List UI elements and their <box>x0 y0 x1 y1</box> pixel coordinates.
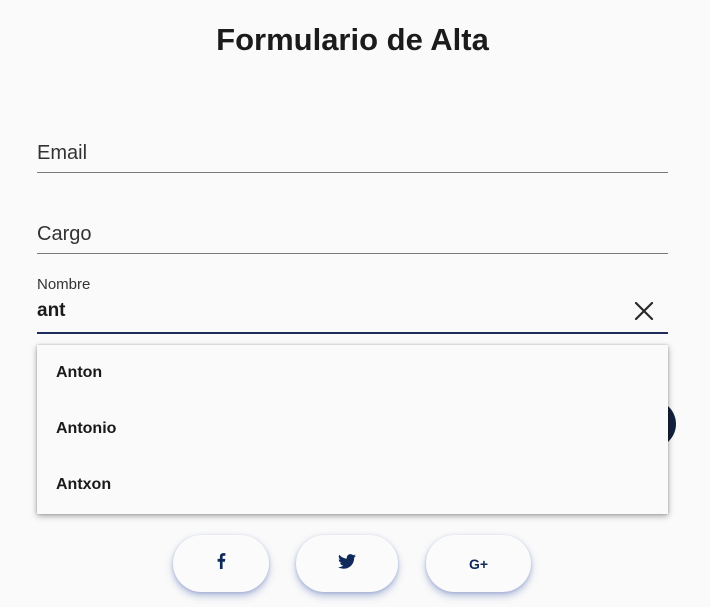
page-title: Formulario de Alta <box>216 22 489 57</box>
email-underline <box>37 172 668 173</box>
cargo-field[interactable]: Cargo <box>37 216 668 254</box>
twitter-button[interactable] <box>296 535 398 592</box>
cargo-underline <box>37 253 668 254</box>
google-plus-icon: G+ <box>468 555 489 572</box>
autocomplete-dropdown: Anton Antonio Antxon <box>37 345 668 514</box>
twitter-icon <box>338 553 356 574</box>
autocomplete-option[interactable]: Anton <box>37 349 668 405</box>
nombre-field[interactable]: Nombre ant <box>37 272 668 334</box>
autocomplete-option[interactable]: Antxon <box>37 461 668 517</box>
signup-page: Formulario de Alta Email Cargo Nombre an… <box>0 0 710 607</box>
cargo-placeholder: Cargo <box>37 223 92 245</box>
email-placeholder: Email <box>37 142 88 164</box>
google-plus-button[interactable]: G+ <box>426 535 531 592</box>
facebook-icon <box>215 553 227 574</box>
clear-icon[interactable] <box>632 299 656 323</box>
nombre-label: Nombre <box>37 276 91 293</box>
facebook-button[interactable] <box>173 535 269 592</box>
nombre-input-value[interactable]: ant <box>37 300 66 322</box>
nombre-underline <box>37 332 668 334</box>
autocomplete-option[interactable]: Antonio <box>37 405 668 461</box>
email-field[interactable]: Email <box>37 135 668 173</box>
